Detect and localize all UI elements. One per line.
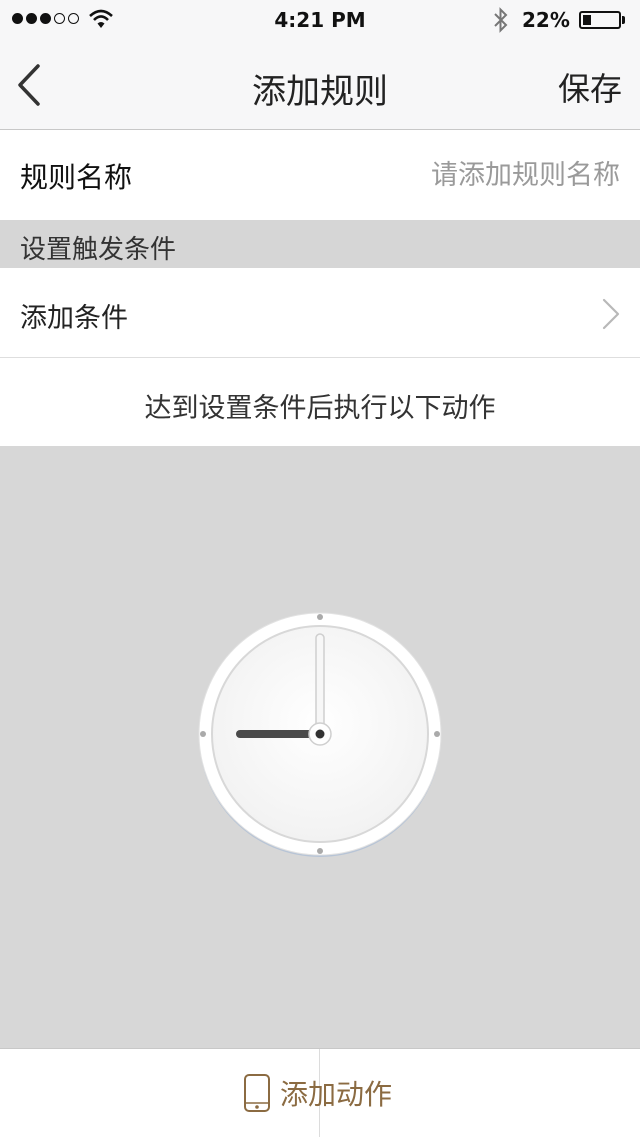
phone-icon: [244, 1074, 270, 1112]
add-condition-label: 添加条件: [20, 303, 128, 334]
rule-name-label: 规则名称: [20, 161, 133, 194]
action-list-area: [0, 446, 640, 1048]
rule-name-input[interactable]: [318, 152, 622, 198]
page-title: 添加规则: [252, 72, 388, 112]
action-caption-text: 达到设置条件后执行以下动作: [144, 393, 496, 424]
clock-icon: [198, 612, 442, 857]
status-bar: 4:21 PM 22%: [0, 0, 640, 40]
bottom-toolbar: 添加动作: [0, 1048, 640, 1137]
add-action-button[interactable]: 添加动作: [242, 1071, 392, 1115]
add-condition-row[interactable]: 添加条件: [0, 268, 640, 358]
navigation-bar: 添加规则 保存: [0, 40, 640, 130]
trigger-section-header: 设置触发条件: [0, 220, 640, 268]
action-caption: 达到设置条件后执行以下动作: [0, 358, 640, 446]
chevron-right-icon: [602, 298, 620, 330]
save-button[interactable]: 保存: [558, 64, 622, 110]
bluetooth-icon: [494, 7, 508, 33]
battery-percentage: 22%: [522, 8, 570, 32]
trigger-section-title: 设置触发条件: [20, 235, 177, 265]
add-action-label: 添加动作: [280, 1078, 393, 1111]
battery-icon: [579, 11, 621, 29]
rule-name-row: 规则名称: [0, 130, 640, 220]
